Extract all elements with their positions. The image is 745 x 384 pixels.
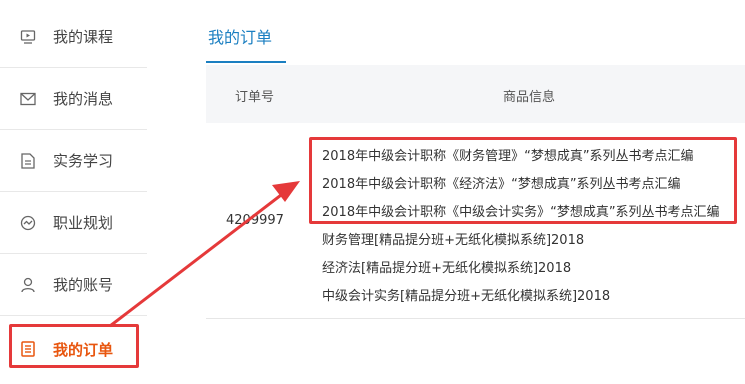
- table-header: 订单号 商品信息: [206, 65, 745, 123]
- sidebar-item-label: 我的消息: [53, 90, 114, 108]
- sidebar-item-label: 我的账号: [53, 276, 114, 294]
- trend-circle-icon: [19, 214, 37, 232]
- column-header-product-info: 商品信息: [503, 90, 556, 105]
- sidebar-item-label: 我的订单: [53, 340, 114, 359]
- user-icon: [19, 276, 37, 294]
- product-item[interactable]: 2018年中级会计职称《财务管理》“梦想成真”系列丛书考点汇编: [322, 145, 732, 164]
- tab-active-underline: [206, 61, 286, 63]
- main-content: 我的订单 订单号 商品信息 4209997 2018年中级会计职称《财务管理》“…: [192, 0, 745, 384]
- monitor-icon: [19, 28, 37, 46]
- sidebar-item-label: 我的课程: [53, 28, 114, 46]
- sidebar-item-my-messages[interactable]: 我的消息: [0, 68, 147, 130]
- product-item[interactable]: 财务管理[精品提分班+无纸化模拟系统]2018: [322, 229, 584, 248]
- order-list-icon: [19, 340, 37, 358]
- sidebar-item-my-orders[interactable]: 我的订单: [0, 318, 147, 380]
- product-item[interactable]: 经济法[精品提分班+无纸化模拟系统]2018: [322, 257, 571, 276]
- column-header-order-number: 订单号: [235, 90, 275, 105]
- product-item[interactable]: 中级会计实务[精品提分班+无纸化模拟系统]2018: [322, 285, 610, 304]
- document-icon: [19, 152, 37, 170]
- table-row: 4209997 2018年中级会计职称《财务管理》“梦想成真”系列丛书考点汇编 …: [206, 123, 745, 319]
- sidebar-item-my-account[interactable]: 我的账号: [0, 254, 147, 316]
- tab-my-orders[interactable]: 我的订单: [208, 24, 272, 62]
- sidebar-item-my-courses[interactable]: 我的课程: [0, 6, 147, 68]
- sidebar-item-label: 职业规划: [53, 214, 114, 232]
- order-number: 4209997: [226, 213, 284, 228]
- sidebar-item-career-planning[interactable]: 职业规划: [0, 192, 147, 254]
- product-item[interactable]: 2018年中级会计职称《经济法》“梦想成真”系列丛书考点汇编: [322, 173, 732, 192]
- sidebar-item-label: 实务学习: [53, 152, 114, 170]
- sidebar: 我的课程 我的消息 实务学习 职业规划 我的账号 我的订单: [0, 0, 147, 384]
- sidebar-item-practice-learning[interactable]: 实务学习: [0, 130, 147, 192]
- envelope-icon: [19, 90, 37, 108]
- product-item[interactable]: 2018年中级会计职称《中级会计实务》“梦想成真”系列丛书考点汇编: [322, 201, 732, 220]
